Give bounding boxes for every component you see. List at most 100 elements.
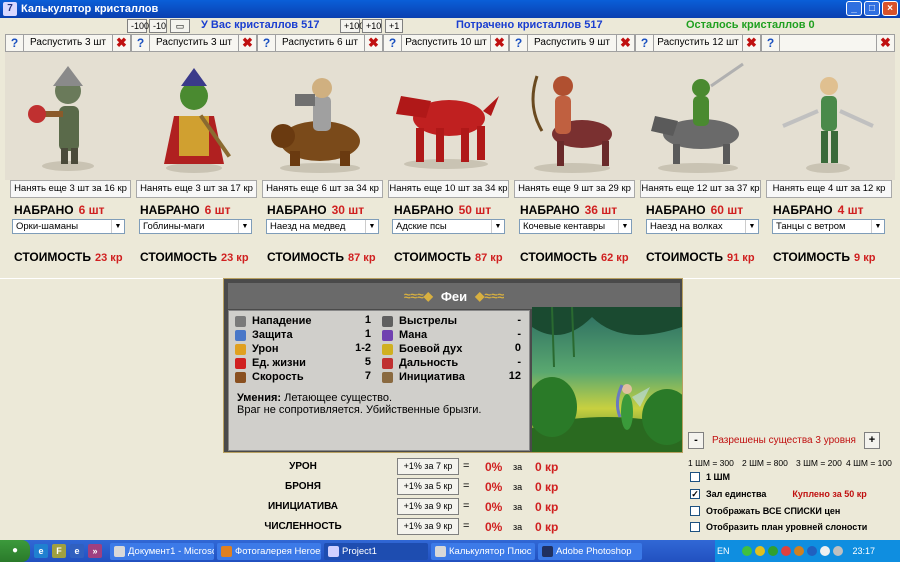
release-button[interactable] (780, 35, 876, 51)
unit-type-select[interactable]: Адские псы ▼ (392, 219, 505, 234)
unit-cell: ? Распустить 12 шт ✖ (635, 34, 761, 52)
task-photoshop[interactable]: Adobe Photoshop (538, 542, 642, 560)
chevron-down-icon: ▼ (618, 220, 631, 233)
shm-price: 1 ШМ = 300 (688, 458, 734, 468)
spent-crystals-label: Потрачено кристаллов 517 (456, 19, 603, 31)
gathered-count: 30 шт (331, 203, 365, 217)
quicklaunch-app-icon[interactable]: F (52, 544, 66, 558)
start-button[interactable]: ● (0, 540, 30, 562)
hire-button[interactable]: Нанять еще 12 шт за 37 кр (640, 180, 761, 198)
help-icon[interactable]: ? (510, 35, 528, 51)
task-word[interactable]: Документ1 - Microso... (110, 542, 214, 560)
unit-type-select[interactable]: Кочевые кентавры ▼ (519, 219, 632, 234)
checkbox-box[interactable] (690, 506, 700, 516)
level-minus-button[interactable]: - (688, 432, 704, 449)
unit-type-select[interactable]: Танцы с ветром ▼ (772, 219, 885, 234)
checkbox-box[interactable] (690, 472, 700, 482)
checkmark-icon[interactable]: ✓ (690, 489, 700, 499)
checkbox-show-price-lists[interactable]: Отображать ВСЕ СПИСКИ цен (690, 506, 840, 516)
plus-100-button[interactable]: +100 (340, 19, 364, 33)
unit-cell: ? Распустить 3 шт ✖ (5, 34, 131, 52)
minus-10-button[interactable]: -10 (149, 19, 167, 33)
sword-icon (235, 315, 246, 327)
minimize-button[interactable]: _ (846, 1, 862, 16)
chevron-down-icon: ▼ (491, 220, 504, 233)
hire-button[interactable]: Нанять еще 3 шт за 16 кр (10, 180, 131, 198)
help-icon[interactable]: ? (762, 35, 780, 51)
tray-icon[interactable] (754, 546, 765, 556)
task-firefox[interactable]: Фотогалерея Heroes... (217, 542, 321, 560)
checkbox-unity-hall[interactable]: ✓ Зал единства Куплено за 50 кр (690, 489, 867, 499)
minus-100-button[interactable]: -100 (127, 19, 149, 33)
plus-10-button[interactable]: +10 (362, 19, 382, 33)
stat-speed: Скорость (235, 370, 304, 384)
keypad-button[interactable]: ▭ (170, 19, 190, 33)
hire-button[interactable]: Нанять еще 6 шт за 34 кр (262, 180, 383, 198)
hire-button[interactable]: Нанять еще 3 шт за 17 кр (136, 180, 257, 198)
checkbox-1shm[interactable]: 1 ШМ (690, 472, 730, 482)
task-calculator[interactable]: Калькулятор Плюс (431, 542, 535, 560)
release-button[interactable]: Распустить 3 шт (24, 35, 112, 51)
upgrade-button[interactable]: +1% за 9 кр (397, 498, 459, 515)
upgrade-button[interactable]: +1% за 5 кр (397, 478, 459, 495)
unit-type-select[interactable]: Наезд на медвед ▼ (266, 219, 379, 234)
tray-icon[interactable] (741, 546, 752, 556)
maximize-button[interactable]: □ (864, 1, 880, 16)
remove-icon[interactable]: ✖ (490, 35, 508, 51)
tray-icon[interactable] (819, 546, 830, 556)
hire-button[interactable]: Нанять еще 9 шт за 29 кр (514, 180, 635, 198)
unit-type-select[interactable]: Наезд на волках ▼ (646, 219, 759, 234)
title-bar[interactable]: 7 Калькулятор кристаллов _ □ × (0, 0, 900, 18)
cost-value: 91 кр (727, 252, 755, 264)
chevron-down-icon: ▼ (111, 220, 124, 233)
hire-button[interactable]: Нанять еще 10 шт за 34 кр (388, 180, 509, 198)
release-button[interactable]: Распустить 6 шт (276, 35, 364, 51)
gathered-count: 60 шт (710, 203, 744, 217)
remove-icon[interactable]: ✖ (616, 35, 634, 51)
hire-button[interactable]: Нанять еще 4 шт за 12 кр (766, 180, 892, 198)
release-button[interactable]: Распустить 3 шт (150, 35, 238, 51)
gathered-count: 36 шт (584, 203, 618, 217)
checkbox-box[interactable] (690, 522, 700, 532)
help-icon[interactable]: ? (636, 35, 654, 51)
release-button[interactable]: Распустить 10 шт (402, 35, 490, 51)
unit-cell: ? Распустить 3 шт ✖ (131, 34, 257, 52)
tray-icon[interactable] (767, 546, 778, 556)
upgrade-button[interactable]: +1% за 9 кр (397, 518, 459, 535)
quicklaunch-media-icon[interactable]: » (88, 544, 102, 558)
language-indicator[interactable]: EN (717, 546, 730, 556)
help-icon[interactable]: ? (258, 35, 276, 51)
quicklaunch-browser-icon[interactable]: e (34, 544, 48, 558)
task-project1[interactable]: Project1 (324, 542, 428, 560)
upgrade-button[interactable]: +1% за 7 кр (397, 458, 459, 475)
chevron-down-icon: ▼ (365, 220, 378, 233)
heart-icon (235, 357, 246, 369)
unit-type-select[interactable]: Орки-шаманы ▼ (12, 219, 125, 234)
app-window: 7 Калькулятор кристаллов _ □ × -100 -10 … (0, 0, 900, 540)
help-icon[interactable]: ? (384, 35, 402, 51)
tray-icon[interactable] (780, 546, 791, 556)
tray-icon[interactable] (793, 546, 804, 556)
remove-icon[interactable]: ✖ (364, 35, 382, 51)
level-plus-button[interactable]: + (864, 432, 880, 449)
remove-icon[interactable]: ✖ (876, 35, 894, 51)
chevron-down-icon: ▼ (745, 220, 758, 233)
unit-type-select[interactable]: Гоблины-маги ▼ (139, 219, 252, 234)
help-icon[interactable]: ? (132, 35, 150, 51)
release-button[interactable]: Распустить 9 шт (528, 35, 616, 51)
remove-icon[interactable]: ✖ (112, 35, 130, 51)
tray-icon[interactable] (806, 546, 817, 556)
quicklaunch-ie-icon[interactable]: e (70, 544, 84, 558)
release-button[interactable]: Распустить 12 шт (654, 35, 742, 51)
checkbox-show-difficulty-plan[interactable]: Отобразить план уровней слоности (690, 522, 867, 532)
arrow-icon (382, 315, 393, 327)
close-window-button[interactable]: × (882, 1, 898, 16)
volume-icon[interactable] (832, 546, 843, 556)
plus-1-button[interactable]: +1 (385, 19, 403, 33)
help-icon[interactable]: ? (6, 35, 24, 51)
remove-icon[interactable]: ✖ (238, 35, 256, 51)
stat-value: 5 (364, 356, 371, 368)
cost-label: СТОИМОСТЬ 91 кр (646, 250, 755, 264)
remove-icon[interactable]: ✖ (742, 35, 760, 51)
unit-cell: ? Распустить 9 шт ✖ (509, 34, 635, 52)
